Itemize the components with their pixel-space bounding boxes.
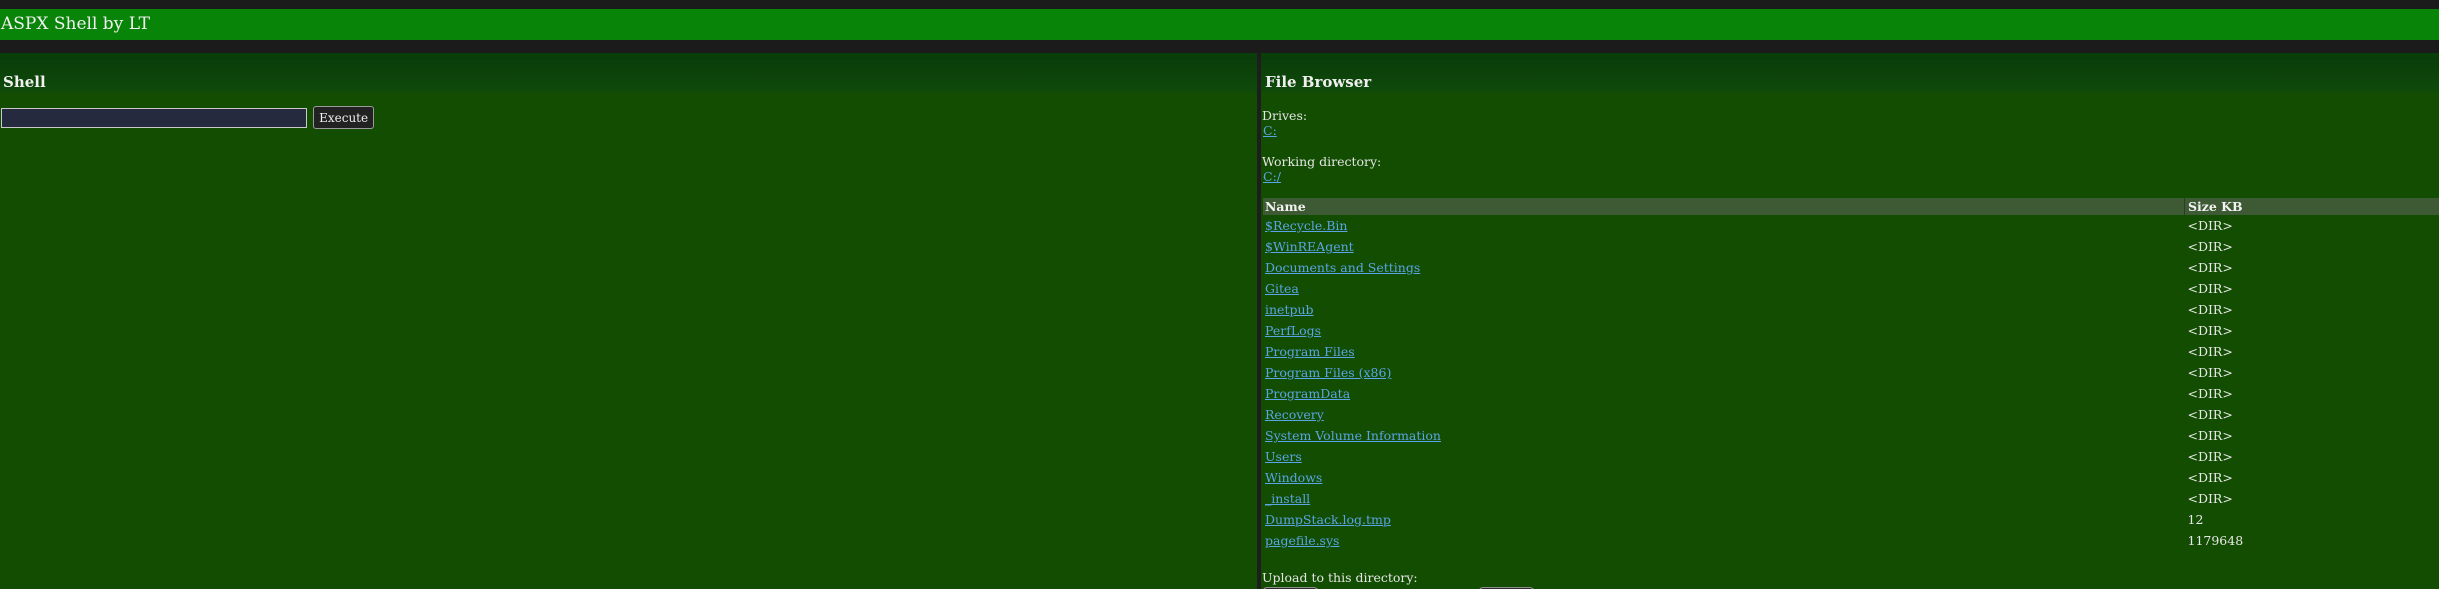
file-link[interactable]: $Recycle.Bin: [1265, 218, 1347, 233]
file-name-cell: $WinREAgent: [1263, 236, 2185, 257]
drives-label: Drives:: [1262, 108, 1308, 123]
file-link[interactable]: pagefile.sys: [1265, 533, 1339, 548]
table-row: $WinREAgent <DIR>: [1263, 236, 2439, 257]
file-name-cell: PerfLogs: [1263, 320, 2185, 341]
app-title-bar: ASPX Shell by LT: [0, 9, 2439, 40]
header-gap: [0, 40, 2439, 57]
file-name-cell: pagefile.sys: [1263, 530, 2185, 551]
file-name-cell: System Volume Information: [1263, 425, 2185, 446]
file-table-header: Name Size KB: [1263, 198, 2439, 215]
table-row: System Volume Information <DIR>: [1263, 425, 2439, 446]
drive-link-c[interactable]: C:: [1263, 123, 1277, 138]
file-size-cell: <DIR>: [2187, 302, 2233, 317]
table-row: Gitea <DIR>: [1263, 278, 2439, 299]
file-name-cell: ProgramData: [1263, 383, 2185, 404]
file-name-cell: inetpub: [1263, 299, 2185, 320]
table-row: Program Files (x86) <DIR>: [1263, 362, 2439, 383]
table-row: Users <DIR>: [1263, 446, 2439, 467]
file-name-cell: Users: [1263, 446, 2185, 467]
file-name-cell: Windows: [1263, 467, 2185, 488]
file-link[interactable]: Recovery: [1265, 407, 1324, 422]
file-link[interactable]: Gitea: [1265, 281, 1299, 296]
shell-panel: Shell Execute: [0, 57, 1257, 589]
file-name-cell: Documents and Settings: [1263, 257, 2185, 278]
file-size-cell: <DIR>: [2187, 386, 2233, 401]
file-size-cell: <DIR>: [2187, 470, 2233, 485]
table-row: DumpStack.log.tmp 12: [1263, 509, 2439, 530]
table-row: Windows <DIR>: [1263, 467, 2439, 488]
working-directory-link[interactable]: C:/: [1263, 169, 1281, 184]
table-row: ProgramData <DIR>: [1263, 383, 2439, 404]
table-row: Recovery <DIR>: [1263, 404, 2439, 425]
file-name-cell: Recovery: [1263, 404, 2185, 425]
file-size-cell: <DIR>: [2187, 428, 2233, 443]
file-link[interactable]: $WinREAgent: [1265, 239, 1354, 254]
file-name-cell: Gitea: [1263, 278, 2185, 299]
file-table-body: $Recycle.Bin <DIR> $WinREAgent <DIR> Documen…: [1263, 215, 2439, 551]
table-row: $Recycle.Bin <DIR>: [1263, 215, 2439, 236]
table-row: inetpub <DIR>: [1263, 299, 2439, 320]
file-size-cell: <DIR>: [2187, 491, 2233, 506]
file-name-cell: $Recycle.Bin: [1263, 215, 2185, 236]
table-row: _install <DIR>: [1263, 488, 2439, 509]
file-name-cell: _install: [1263, 488, 2185, 509]
file-size-cell: <DIR>: [2187, 218, 2233, 233]
table-row: Documents and Settings <DIR>: [1263, 257, 2439, 278]
file-size-cell: <DIR>: [2187, 365, 2233, 380]
file-name-cell: DumpStack.log.tmp: [1263, 509, 2185, 530]
file-size-cell: <DIR>: [2187, 281, 2233, 296]
file-browser-panel: File Browser Drives: C: Working director…: [1261, 57, 2439, 589]
working-directory-label: Working directory:: [1262, 154, 1382, 169]
file-size-cell: <DIR>: [2187, 260, 2233, 275]
file-name-cell: Program Files: [1263, 341, 2185, 362]
upload-label: Upload to this directory:: [1262, 570, 1418, 585]
column-name-header: Name: [1263, 198, 2185, 215]
file-link[interactable]: System Volume Information: [1265, 428, 1441, 443]
file-browser-heading: File Browser: [1261, 57, 2439, 92]
file-link[interactable]: inetpub: [1265, 302, 1314, 317]
file-name-cell: Program Files (x86): [1263, 362, 2185, 383]
file-size-cell: <DIR>: [2187, 239, 2233, 254]
file-link[interactable]: ProgramData: [1265, 386, 1350, 401]
command-input[interactable]: [1, 107, 307, 128]
file-link[interactable]: _install: [1265, 491, 1310, 506]
file-link[interactable]: Users: [1265, 449, 1302, 464]
file-size-cell: 1179648: [2187, 533, 2244, 548]
top-strip: [0, 0, 2439, 9]
command-row: Execute: [1, 106, 375, 129]
table-row: PerfLogs <DIR>: [1263, 320, 2439, 341]
file-link[interactable]: Program Files (x86): [1265, 365, 1391, 380]
file-link[interactable]: DumpStack.log.tmp: [1265, 512, 1391, 527]
table-row: Program Files <DIR>: [1263, 341, 2439, 362]
file-link[interactable]: Documents and Settings: [1265, 260, 1420, 275]
file-link[interactable]: PerfLogs: [1265, 323, 1321, 338]
file-size-cell: <DIR>: [2187, 344, 2233, 359]
table-row: pagefile.sys 1179648: [1263, 530, 2439, 551]
file-size-cell: <DIR>: [2187, 407, 2233, 422]
file-size-cell: <DIR>: [2187, 449, 2233, 464]
column-size-header: Size KB: [2184, 198, 2439, 215]
file-link[interactable]: Program Files: [1265, 344, 1355, 359]
file-table: Name Size KB $Recycle.Bin <DIR> $WinREAgen…: [1263, 198, 2439, 551]
shell-heading: Shell: [0, 57, 1257, 92]
file-size-cell: <DIR>: [2187, 323, 2233, 338]
file-size-cell: 12: [2187, 512, 2204, 527]
execute-button[interactable]: Execute: [313, 106, 375, 129]
app-title: ASPX Shell by LT: [1, 14, 150, 34]
file-link[interactable]: Windows: [1265, 470, 1322, 485]
